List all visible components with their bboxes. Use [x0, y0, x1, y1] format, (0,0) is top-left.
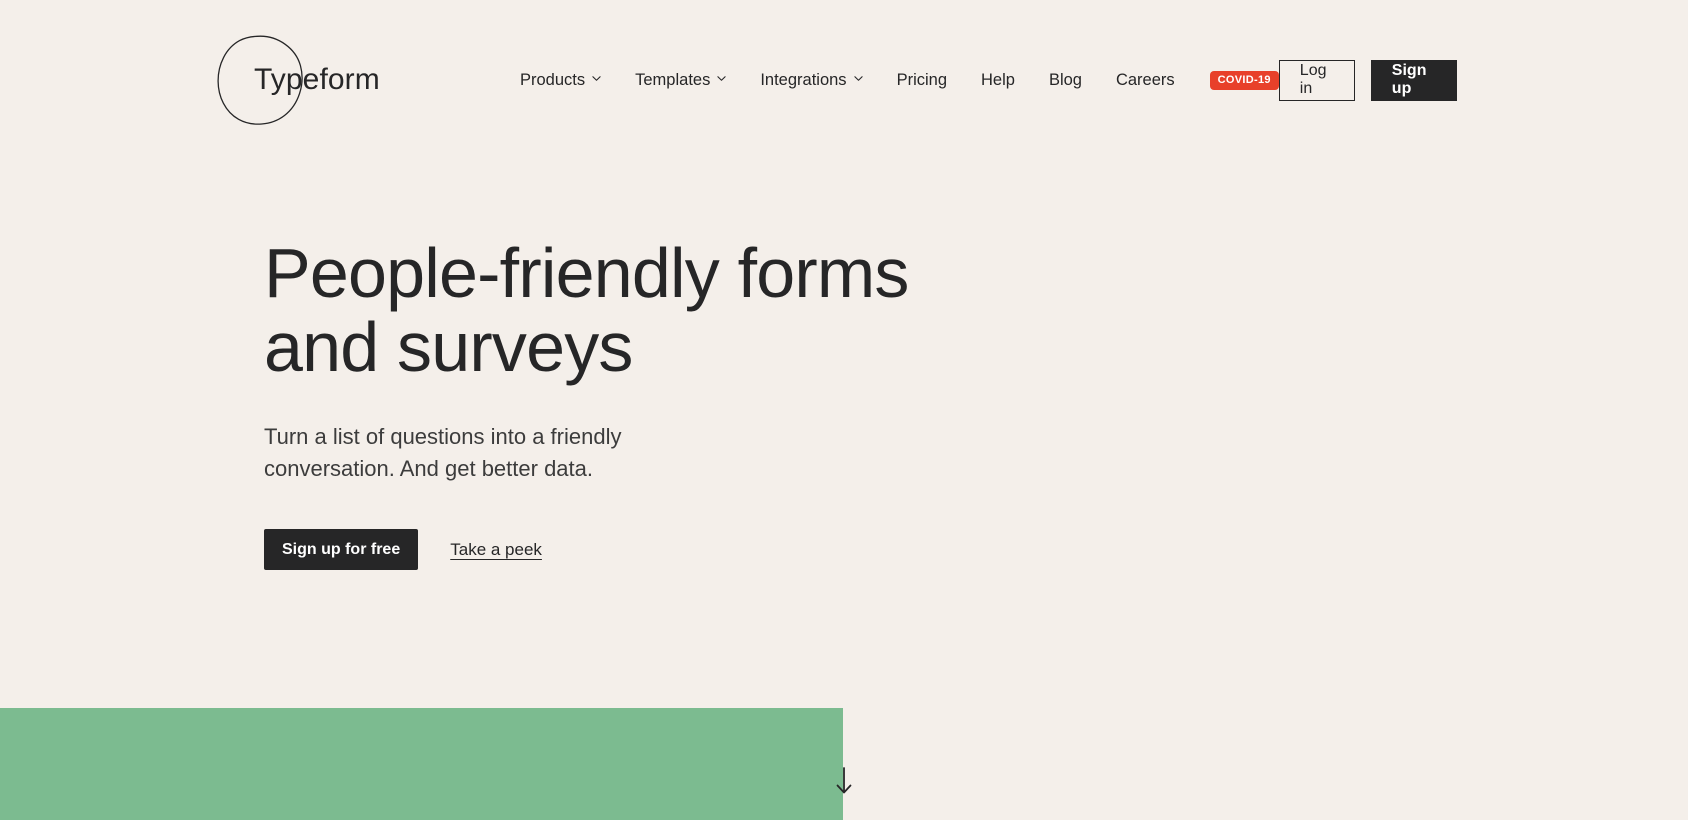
hero-title: People-friendly forms and surveys [264, 234, 909, 387]
hero-subtitle: Turn a list of questions into a friendly… [264, 424, 622, 482]
landing-page: Typeform Products Templates Integrations [0, 0, 1688, 820]
nav-item-label: Products [520, 70, 586, 89]
signup-button[interactable]: Sign up [1370, 59, 1457, 101]
main-navigation: Products Templates Integrations Pricing [503, 63, 1279, 98]
login-button[interactable]: Log in [1278, 59, 1355, 101]
nav-item-label: Integrations [760, 70, 847, 89]
green-accent-block [0, 708, 843, 820]
nav-item-pricing[interactable]: Pricing [880, 63, 964, 98]
signup-for-free-button[interactable]: Sign up for free [264, 529, 419, 571]
nav-item-careers[interactable]: Careers [1099, 63, 1192, 98]
hero-section: People-friendly forms and surveys Turn a… [264, 234, 1024, 571]
nav-item-label: Pricing [896, 70, 947, 89]
chevron-down-icon [853, 74, 863, 83]
covid-19-badge[interactable]: COVID-19 [1209, 70, 1279, 90]
nav-item-label: Blog [1048, 70, 1082, 89]
arrow-down-icon[interactable] [833, 766, 855, 796]
chevron-down-icon [592, 74, 601, 83]
chevron-down-icon [717, 74, 726, 83]
hero-cta-group: Sign up for free Take a peek [264, 485, 1024, 571]
nav-item-label: Templates [635, 70, 711, 89]
site-header: Typeform Products Templates Integrations [0, 0, 1688, 160]
nav-item-label: Help [981, 70, 1015, 89]
nav-item-products[interactable]: Products [503, 63, 618, 98]
nav-item-templates[interactable]: Templates [618, 63, 743, 98]
take-a-peek-link[interactable]: Take a peek [450, 540, 542, 560]
nav-item-blog[interactable]: Blog [1032, 63, 1099, 98]
nav-item-label: Careers [1115, 70, 1175, 89]
nav-item-integrations[interactable]: Integrations [743, 63, 879, 98]
brand-wordmark: Typeform [254, 63, 380, 96]
brand-logo[interactable]: Typeform [216, 25, 396, 135]
header-actions: Log in Sign up [1278, 59, 1457, 101]
nav-item-help[interactable]: Help [964, 63, 1032, 98]
